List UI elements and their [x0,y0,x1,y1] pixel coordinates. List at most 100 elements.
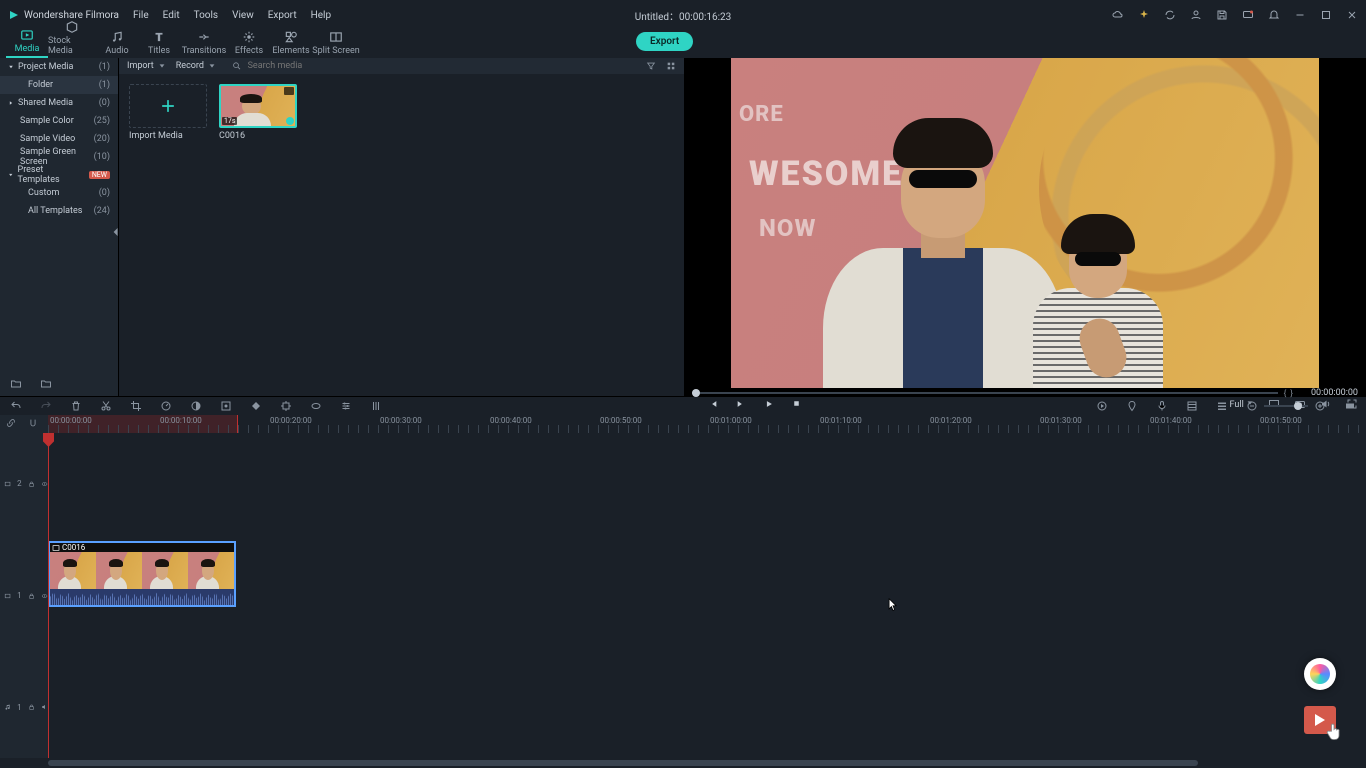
color-icon[interactable] [190,400,202,412]
voiceover-icon[interactable] [1156,400,1168,412]
document-title: Untitled：00:00:16:23 [635,8,732,23]
mark-in-icon[interactable] [1096,400,1108,412]
app-name: Wondershare Filmora [24,10,119,21]
sidebar-item-sample-color[interactable]: Sample Color (25) [0,112,118,130]
preview-seekbar[interactable] [692,392,1278,394]
sidebar-item-preset-templates[interactable]: Preset TemplatesNEW [0,166,118,184]
folder-icon[interactable] [40,378,52,390]
tab-stock-media[interactable]: Stock Media [48,20,96,58]
speed-icon[interactable] [160,400,172,412]
timeline-horizontal-scrollbar[interactable] [48,758,1366,768]
track-video-1[interactable]: C0016 [48,541,1366,611]
transitions-icon [197,30,211,44]
preview-viewport[interactable]: ORE WESOME NOW [684,58,1366,388]
zoom-slider[interactable] [1264,405,1308,407]
sidebar-item-project-media[interactable]: Project Media (1) [0,58,118,76]
timeline-clip-c0016[interactable]: C0016 [48,541,236,607]
collapse-sidebar-icon[interactable] [112,226,120,238]
sidebar-item-folder[interactable]: Folder (1) [0,76,118,94]
wondershare-badge-icon[interactable] [1304,658,1336,690]
sparkle-icon[interactable] [1138,9,1150,21]
filter-icon[interactable] [646,61,656,71]
keyframe-icon[interactable] [250,400,262,412]
undo-icon[interactable] [10,400,22,412]
audio-mixer-icon[interactable] [370,400,382,412]
clip-waveform [50,589,234,605]
zoom-fit-icon[interactable] [1344,400,1356,412]
render-icon[interactable] [1186,400,1198,412]
marker-icon[interactable] [1126,400,1138,412]
lock-icon[interactable] [28,591,35,601]
mute-icon[interactable] [41,702,48,712]
message-icon[interactable] [1242,9,1254,21]
split-icon [329,30,343,44]
preview-panel: ORE WESOME NOW { } 00:00:00:00 [684,58,1366,396]
green-screen-icon[interactable] [220,400,232,412]
menu-help[interactable]: Help [311,10,331,21]
chevron-down-icon [8,64,14,70]
sidebar-item-sample-green-screen[interactable]: Sample Green Screen (10) [0,148,118,166]
menu-view[interactable]: View [232,10,254,21]
video-track-icon [4,591,11,601]
import-media-label: Import Media [129,131,207,141]
seekbar-thumb[interactable] [692,389,700,397]
mouse-cursor-icon [888,598,898,612]
track-audio-1[interactable] [48,633,1366,673]
bell-icon[interactable] [1268,9,1280,21]
delete-icon[interactable] [70,400,82,412]
tab-elements[interactable]: Elements [270,30,312,58]
clip-menu-icon[interactable] [284,87,294,95]
save-icon[interactable] [1216,9,1228,21]
tab-transitions[interactable]: Transitions [180,30,228,58]
crop-icon[interactable] [130,400,142,412]
tab-titles[interactable]: Titles [138,30,180,58]
eye-icon[interactable] [41,591,48,601]
pointer-hand-icon [1324,722,1344,742]
menu-file[interactable]: File [133,10,149,21]
timeline-snap-icon[interactable] [28,418,38,428]
new-folder-icon[interactable] [10,378,22,390]
record-dropdown[interactable]: Record [176,61,216,71]
timeline-link-icon[interactable] [6,418,16,428]
eye-icon[interactable] [41,479,48,489]
sidebar-item-custom[interactable]: Custom (0) [0,184,118,202]
tab-split-screen[interactable]: Split Screen [312,30,360,58]
tab-media[interactable]: Media [6,28,48,58]
tab-effects[interactable]: Effects [228,30,270,58]
scrollbar-thumb[interactable] [48,760,1198,766]
redo-icon[interactable] [40,400,52,412]
zoom-out-icon[interactable] [1246,400,1258,412]
lock-icon[interactable] [28,479,35,489]
motion-tracking-icon[interactable] [280,400,292,412]
elements-icon [284,30,298,44]
menu-edit[interactable]: Edit [163,10,180,21]
grid-view-icon[interactable] [666,61,676,71]
lock-icon[interactable] [28,702,35,712]
cloud-icon[interactable] [1112,9,1124,21]
track-video-2[interactable] [48,485,1366,525]
track-manager-icon[interactable] [1216,400,1228,412]
media-clip-c0016[interactable]: 17s [219,84,297,128]
refresh-icon[interactable] [1164,9,1176,21]
window-close-icon[interactable] [1346,9,1358,21]
menu-tools[interactable]: Tools [194,10,218,21]
window-maximize-icon[interactable] [1320,9,1332,21]
sidebar-item-sample-video[interactable]: Sample Video (20) [0,130,118,148]
account-icon[interactable] [1190,9,1202,21]
menu-export[interactable]: Export [268,10,297,21]
import-dropdown[interactable]: Import [127,61,166,71]
import-media-tile[interactable] [129,84,207,128]
tab-audio[interactable]: Audio [96,30,138,58]
timeline-ruler[interactable]: 00:00:00:00 00:00:10:00 00:00:20:00 00:0… [48,415,1366,433]
window-minimize-icon[interactable] [1294,9,1306,21]
sidebar-item-shared-media[interactable]: Shared Media (0) [0,94,118,112]
zoom-slider-thumb[interactable] [1294,402,1302,410]
playhead[interactable] [48,433,49,758]
adjust-icon[interactable] [340,400,352,412]
split-clip-icon[interactable] [100,400,112,412]
mask-icon[interactable] [310,400,322,412]
export-button[interactable]: Export [636,32,693,51]
zoom-in-icon[interactable] [1314,400,1326,412]
sidebar-item-all-templates[interactable]: All Templates (24) [0,202,118,220]
media-search-input[interactable] [248,61,636,71]
